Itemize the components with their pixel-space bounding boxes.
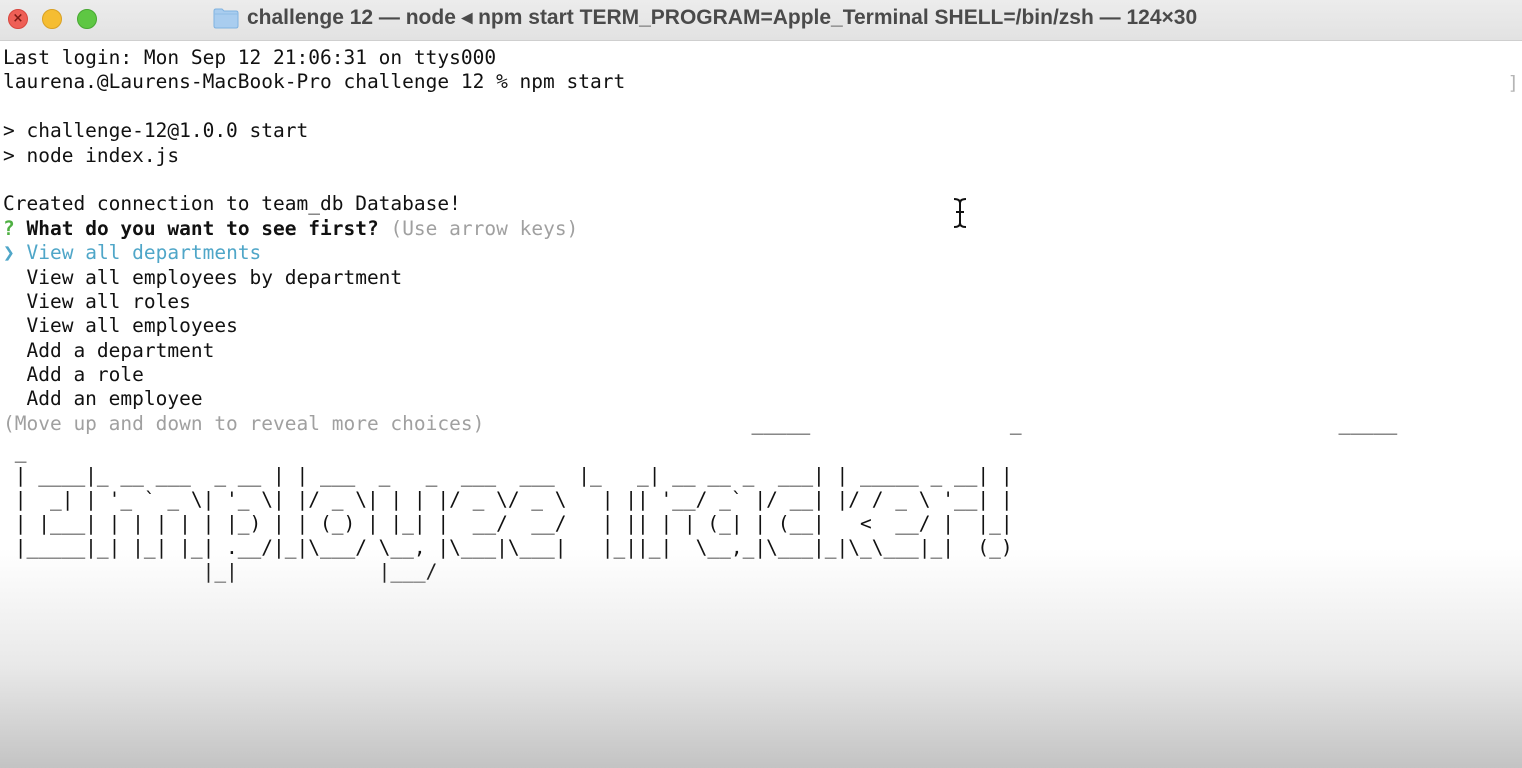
- close-icon: ×: [12, 11, 24, 26]
- script-line: > node index.js: [3, 143, 180, 167]
- terminal-content[interactable]: Last login: Mon Sep 12 21:06:31 on ttys0…: [3, 46, 1503, 436]
- choice-item[interactable]: View all roles: [3, 290, 1503, 314]
- question-text: What do you want to see first?: [26, 216, 379, 240]
- window-title: challenge 12 — node ◂ npm start TERM_PRO…: [247, 6, 1198, 29]
- choice-label: View all departments: [26, 241, 262, 265]
- ascii-art-line: |_____|_| |_| |_| .__/|_|\___/ \__, |\__…: [3, 536, 1013, 559]
- prompt-line: laurena.@Laurens-MacBook-Pro challenge 1…: [3, 70, 626, 94]
- connection-message: Created connection to team_db Database!: [3, 192, 461, 216]
- ascii-art-line: |_| |___/: [3, 560, 438, 583]
- choice-item[interactable]: View all employees by department: [3, 266, 1503, 290]
- title-bar[interactable]: × challenge 12 — node ◂ npm start TERM_P…: [0, 0, 1522, 41]
- choice-item[interactable]: Add an employee: [3, 387, 1503, 411]
- choice-item-selected[interactable]: ❯ View all departments: [3, 241, 1503, 265]
- choice-label: Add a department: [26, 338, 215, 362]
- script-line: > challenge-12@1.0.0 start: [3, 119, 309, 143]
- question-hint: (Use arrow keys): [390, 216, 579, 240]
- pointer-icon: ❯: [3, 241, 15, 265]
- minimize-button[interactable]: [42, 9, 62, 29]
- ascii-art-line: | _| | '_ ` _ \| '_ \| |/ _ \| | | |/ _ …: [3, 488, 1013, 511]
- choice-item[interactable]: Add a department: [3, 339, 1503, 363]
- choice-label: Add a role: [26, 363, 144, 387]
- zoom-button[interactable]: [77, 9, 97, 29]
- folder-icon: [213, 8, 239, 29]
- close-button[interactable]: ×: [8, 9, 28, 29]
- choice-label: View all employees: [26, 314, 238, 338]
- choice-label: View all employees by department: [26, 265, 403, 289]
- choice-item[interactable]: View all employees: [3, 314, 1503, 338]
- ascii-art-line: _____ _ _____ _: [505, 412, 1522, 435]
- ascii-art-line: _: [3, 440, 27, 463]
- question-line: ? What do you want to see first? (Use ar…: [3, 217, 1503, 241]
- scroll-marker: ]: [1507, 72, 1519, 94]
- ascii-art-line: | ____|_ __ ___ _ __ | | ___ _ _ ___ ___…: [3, 464, 1013, 487]
- choice-label: Add an employee: [26, 387, 203, 411]
- text-cursor-icon: [953, 198, 967, 228]
- ascii-art-line: | |___| | | | | | |_) | | (_) | |_| | __…: [3, 512, 1013, 535]
- last-login-line: Last login: Mon Sep 12 21:06:31 on ttys0…: [3, 46, 497, 69]
- choice-item[interactable]: Add a role: [3, 363, 1503, 387]
- question-mark: ?: [3, 216, 15, 240]
- terminal-window: × challenge 12 — node ◂ npm start TERM_P…: [0, 0, 1522, 768]
- choice-label: View all roles: [26, 289, 191, 313]
